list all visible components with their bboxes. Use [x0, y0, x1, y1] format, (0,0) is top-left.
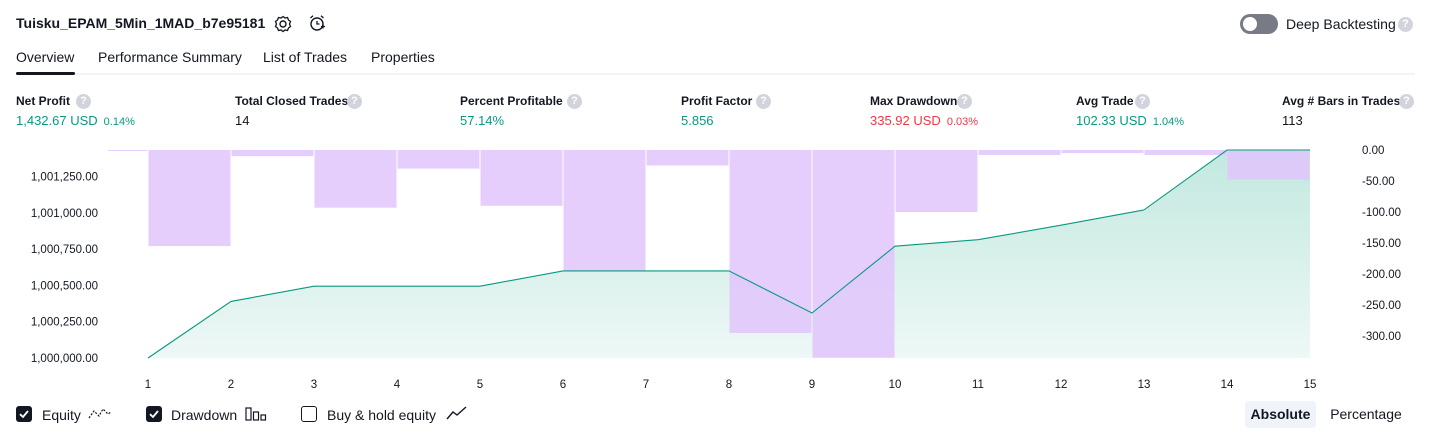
strategy-title: Tuisku_EPAM_5Min_1MAD_b7e95181: [16, 15, 266, 31]
drawdown-bar: [1144, 150, 1227, 155]
tab-list-of-trades[interactable]: List of Trades: [263, 49, 347, 65]
settings-icon[interactable]: [274, 15, 292, 38]
drawdown-bar: [1061, 150, 1144, 154]
info-icon[interactable]: ?: [567, 94, 582, 109]
info-icon[interactable]: ?: [347, 94, 362, 109]
x-axis-tick: 2: [228, 379, 234, 391]
drawdown-bar: [895, 150, 978, 212]
info-icon[interactable]: ?: [1399, 94, 1414, 109]
equity-drawdown-chart[interactable]: 1,001,250.00 1,001,000.00 1,000,750.00 1,00…: [0, 140, 1431, 398]
percentage-button[interactable]: Percentage: [1322, 401, 1410, 428]
drawdown-bar: [1227, 150, 1310, 180]
drawdown-bar: [397, 150, 480, 169]
drawdown-bar: [148, 150, 231, 247]
max-drawdown-label: Max Drawdown: [870, 94, 958, 108]
left-axis-tick: 1,000,000.00: [31, 353, 98, 365]
x-axis-tick: 3: [311, 379, 317, 391]
help-icon[interactable]: ?: [1398, 17, 1413, 32]
left-axis-tick: 1,000,500.00: [31, 280, 98, 292]
info-icon[interactable]: ?: [957, 94, 972, 109]
right-axis-tick: -250.00: [1362, 300, 1401, 312]
net-profit-label: Net Profit: [16, 94, 70, 108]
x-axis-tick: 10: [889, 379, 902, 391]
drawdown-bar: [729, 150, 812, 333]
tab-overview[interactable]: Overview: [16, 49, 74, 65]
profit-factor-label: Profit Factor: [681, 94, 753, 108]
buy-hold-legend-label: Buy & hold equity: [327, 407, 436, 423]
drawdown-bar: [563, 150, 646, 271]
drawdown-bar: [812, 150, 895, 358]
x-axis-tick: 4: [394, 379, 401, 391]
right-axis-tick: -300.00: [1362, 331, 1401, 343]
right-axis-tick: 0.00: [1362, 145, 1384, 157]
add-alert-icon[interactable]: [308, 14, 326, 37]
drawdown-checkbox[interactable]: [146, 406, 162, 422]
equity-checkbox[interactable]: [16, 406, 32, 422]
drawdown-bars-icon: [245, 405, 267, 428]
x-axis-tick: 1: [145, 379, 151, 391]
deep-backtesting-toggle[interactable]: [1240, 14, 1278, 34]
left-axis-tick: 1,001,000.00: [31, 208, 98, 220]
left-axis-tick: 1,000,750.00: [31, 244, 98, 256]
avg-trade-value: 102.33 USD 1.04%: [1076, 113, 1185, 128]
active-tab-indicator: [16, 72, 75, 75]
drawdown-bar: [314, 150, 397, 208]
equity-line-icon: [88, 405, 112, 428]
toggle-knob: [1243, 17, 1257, 31]
info-icon[interactable]: ?: [756, 94, 771, 109]
drawdown-bar: [646, 150, 729, 166]
x-axis-tick: 11: [972, 379, 984, 391]
x-axis-tick: 7: [643, 379, 649, 391]
left-axis-tick: 1,001,250.00: [31, 172, 98, 184]
percent-profitable-value: 57.14%: [460, 113, 505, 128]
x-axis-tick: 5: [477, 379, 483, 391]
info-icon[interactable]: ?: [76, 94, 91, 109]
tab-properties[interactable]: Properties: [371, 49, 435, 65]
profit-factor-value: 5.856: [681, 113, 714, 128]
drawdown-legend-label: Drawdown: [171, 407, 238, 423]
info-icon[interactable]: ?: [1135, 94, 1150, 109]
x-axis-tick: 12: [1055, 379, 1068, 391]
max-drawdown-value: 335.92 USD 0.03%: [870, 113, 979, 128]
x-axis-tick: 9: [809, 379, 815, 391]
x-axis-tick: 14: [1221, 379, 1234, 391]
equity-legend-label: Equity: [42, 407, 81, 423]
avg-bars-value: 113: [1282, 113, 1303, 128]
left-axis-tick: 1,000,250.00: [31, 317, 98, 329]
total-closed-trades-label: Total Closed Trades: [235, 94, 349, 108]
drawdown-bar: [108, 150, 148, 151]
right-axis-tick: -200.00: [1362, 269, 1401, 281]
right-axis-tick: -100.00: [1362, 207, 1401, 219]
avg-bars-label: Avg # Bars in Trades: [1282, 94, 1401, 108]
right-axis-tick: -50.00: [1362, 176, 1395, 188]
avg-trade-label: Avg Trade: [1076, 94, 1134, 108]
x-axis-tick: 6: [560, 379, 566, 391]
net-profit-value: 1,432.67 USD 0.14%: [16, 113, 135, 128]
percent-profitable-label: Percent Profitable: [460, 94, 563, 108]
x-axis-tick: 8: [726, 379, 732, 391]
drawdown-bar: [978, 150, 1061, 155]
total-closed-trades-value: 14: [235, 113, 250, 128]
buy-hold-checkbox[interactable]: [301, 406, 317, 422]
drawdown-bar: [231, 150, 314, 157]
absolute-button[interactable]: Absolute: [1245, 401, 1316, 428]
deep-backtesting-label: Deep Backtesting: [1286, 16, 1396, 32]
x-axis-tick: 13: [1138, 379, 1151, 391]
x-axis-tick: 15: [1304, 379, 1317, 391]
tab-divider: [16, 73, 1415, 75]
right-axis-tick: -150.00: [1362, 238, 1401, 250]
drawdown-bar: [480, 150, 563, 206]
buy-hold-line-icon: [446, 404, 468, 427]
tab-performance-summary[interactable]: Performance Summary: [98, 49, 242, 65]
